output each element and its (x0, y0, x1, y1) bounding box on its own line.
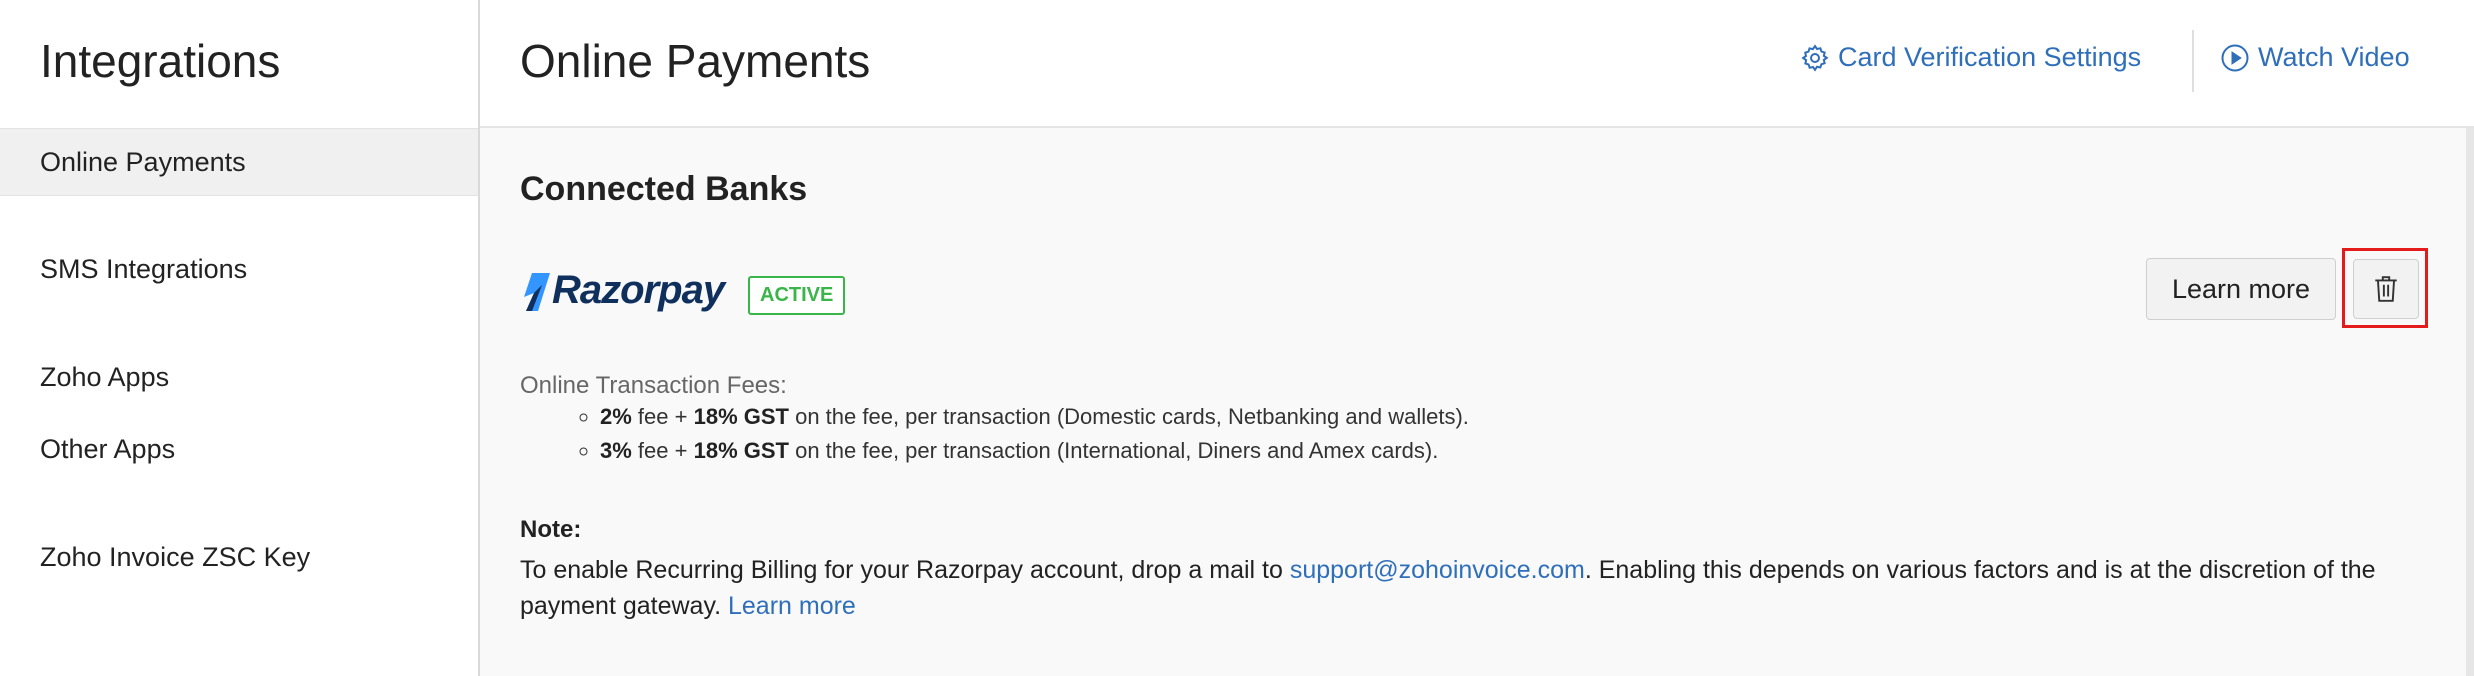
note-text-before: To enable Recurring Billing for your Raz… (520, 556, 1290, 584)
section-title: Connected Banks (520, 170, 808, 208)
fees-label: Online Transaction Fees: (520, 372, 787, 399)
fee-gst: 18% GST (693, 438, 789, 463)
razorpay-logo-text: Razorpay (552, 268, 725, 312)
sidebar-item-label: Zoho Apps (40, 362, 170, 392)
sidebar-item-sms-integrations[interactable]: SMS Integrations (0, 236, 478, 302)
card-verification-label: Card Verification Settings (1838, 42, 2142, 72)
sidebar-item-label: SMS Integrations (40, 254, 248, 284)
header-divider (2192, 30, 2194, 92)
scrollbar[interactable] (2466, 128, 2474, 676)
watch-video-link[interactable]: Watch Video (2220, 42, 2410, 73)
sidebar-item-label: Online Payments (40, 147, 246, 177)
note-learn-more-link[interactable]: Learn more (728, 592, 856, 620)
razorpay-logo: Razorpay (520, 268, 725, 313)
sidebar-item-label: Zoho Invoice ZSC Key (40, 542, 311, 572)
delete-highlight-box (2342, 248, 2428, 328)
sidebar: Integrations Online Payments SMS Integra… (0, 0, 480, 676)
delete-button[interactable] (2353, 259, 2419, 319)
play-circle-icon (2221, 44, 2249, 71)
card-verification-settings-link[interactable]: Card Verification Settings (1800, 42, 2141, 73)
main-panel: Online Payments Card Verification Settin… (480, 0, 2474, 676)
fee-item: 2% fee + 18% GST on the fee, per transac… (600, 404, 1469, 430)
fee-text: fee + (637, 438, 688, 463)
content-area: Connected Banks Razorpay ACTIVE Learn mo… (480, 128, 2474, 676)
sidebar-item-online-payments[interactable]: Online Payments (0, 128, 478, 196)
page-header: Online Payments Card Verification Settin… (480, 0, 2474, 128)
fee-item: 3% fee + 18% GST on the fee, per transac… (600, 438, 1469, 464)
sidebar-item-zoho-invoice-zsc-key[interactable]: Zoho Invoice ZSC Key (0, 524, 478, 590)
fee-gst: 18% GST (693, 404, 789, 429)
fee-rate: 2% (600, 404, 632, 429)
gear-icon (1801, 43, 1829, 72)
fee-details: on the fee, per transaction (Internation… (795, 438, 1439, 463)
support-email-link[interactable]: support@zohoinvoice.com (1290, 556, 1585, 584)
sidebar-item-zoho-apps[interactable]: Zoho Apps (0, 344, 478, 410)
note-text: To enable Recurring Billing for your Raz… (520, 552, 2420, 624)
status-badge: ACTIVE (748, 276, 846, 315)
fees-list: 2% fee + 18% GST on the fee, per transac… (520, 404, 1469, 472)
trash-icon (2375, 276, 2397, 302)
fee-details: on the fee, per transaction (Domestic ca… (795, 404, 1469, 429)
razorpay-logo-mark (524, 272, 550, 311)
learn-more-button[interactable]: Learn more (2146, 258, 2336, 320)
sidebar-item-label: Other Apps (40, 434, 176, 464)
page-title: Online Payments (520, 35, 871, 87)
sidebar-item-other-apps[interactable]: Other Apps (0, 416, 478, 482)
note-label: Note: (520, 516, 582, 543)
fee-text: fee + (637, 404, 688, 429)
sidebar-title: Integrations (40, 35, 281, 87)
watch-video-label: Watch Video (2258, 42, 2410, 72)
fee-rate: 3% (600, 438, 632, 463)
